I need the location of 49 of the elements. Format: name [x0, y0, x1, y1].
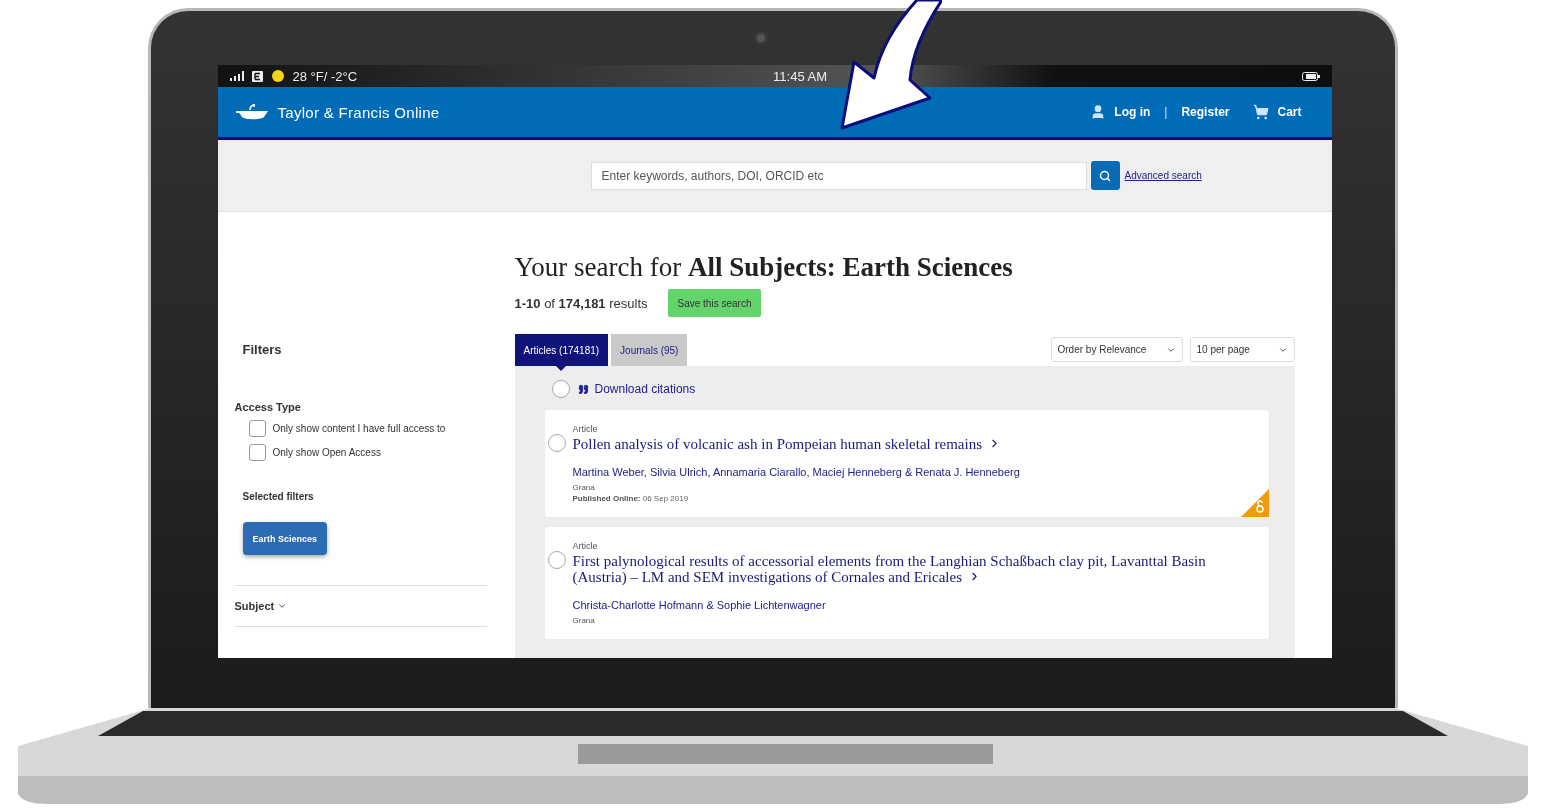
journal-name: Grana — [572, 483, 596, 492]
site-logo[interactable]: Taylor & Francis Online — [277, 103, 440, 121]
article-type: Article — [572, 541, 599, 551]
result-radio[interactable] — [547, 434, 566, 452]
search-button[interactable] — [1090, 161, 1120, 190]
checkbox[interactable] — [248, 444, 266, 461]
weather-text: 28 °F/ -2°C — [292, 68, 358, 84]
network-icon — [251, 70, 263, 82]
selected-filters-heading: Selected filters — [242, 491, 315, 502]
link-separator: | — [1164, 105, 1168, 119]
published-date: Published Online: 06 Sep 2019 — [572, 494, 690, 503]
search-heading: Your search for All Subjects: Earth Sciences — [514, 252, 1014, 283]
search-icon — [1099, 169, 1111, 182]
login-link[interactable]: Log in — [1090, 104, 1151, 120]
checkbox-label: Only show Open Access — [272, 447, 381, 458]
journal-name: Grana — [572, 616, 596, 625]
advanced-search-link[interactable]: Advanced search — [1124, 170, 1202, 181]
cart-label: Cart — [1277, 105, 1302, 119]
register-link[interactable]: Register — [1181, 105, 1230, 119]
login-label: Log in — [1114, 105, 1151, 119]
camera-icon — [753, 31, 768, 45]
download-citations-link[interactable]: Download citations — [577, 382, 696, 396]
checkbox[interactable] — [248, 420, 266, 437]
result-radio[interactable] — [547, 551, 566, 569]
signal-icon — [229, 71, 244, 81]
access-type-heading: Access Type — [234, 401, 302, 413]
results-count: 1-10 of 174,181 results — [514, 295, 648, 311]
quote-icon — [577, 383, 589, 395]
filter-chip[interactable]: Earth Sciences — [242, 522, 328, 555]
lamp-logo-icon — [235, 102, 270, 122]
checkbox-label: Only show content I have full access to — [272, 423, 446, 434]
dropdown[interactable]: 10 per page — [1189, 337, 1295, 362]
filters-heading: Filters — [242, 342, 283, 357]
search-field[interactable]: Enter keywords, authors, DOI, ORCID etc — [590, 161, 1087, 190]
article-type: Article — [572, 424, 599, 434]
dropdown[interactable]: Order by Relevance — [1050, 337, 1183, 362]
article-title-link[interactable]: First palynological results of accessorial elements from the Langhian Schaßbach clay pit, Lavanttal Basin (Austria) – LM and SEM investigations of Cornales and Ericales — [572, 553, 1257, 585]
select-all-radio[interactable] — [551, 380, 570, 398]
article-title-link[interactable]: Pollen analysis of volcanic ash in Pompeian human skeletal remains — [572, 436, 1257, 452]
article-authors: Christa-Charlotte Hofmann & Sophie Lichtenwagner — [572, 599, 827, 611]
battery-icon — [1301, 71, 1320, 81]
sun-icon — [270, 69, 285, 83]
save-search-button[interactable]: Save this search — [667, 289, 762, 317]
cart-link[interactable]: Cart — [1253, 104, 1302, 120]
article-authors: Martina Weber, Silvia Ulrich, Annamaria Ciarallo, Maciej Henneberg & Renata J. Henneberg — [572, 466, 1021, 478]
filter-section-toggle[interactable]: Subject — [234, 600, 288, 612]
clock-text: 11:45 AM — [773, 68, 828, 84]
cart-icon — [1253, 104, 1270, 120]
results-tab[interactable]: Journals (95) — [611, 334, 688, 366]
